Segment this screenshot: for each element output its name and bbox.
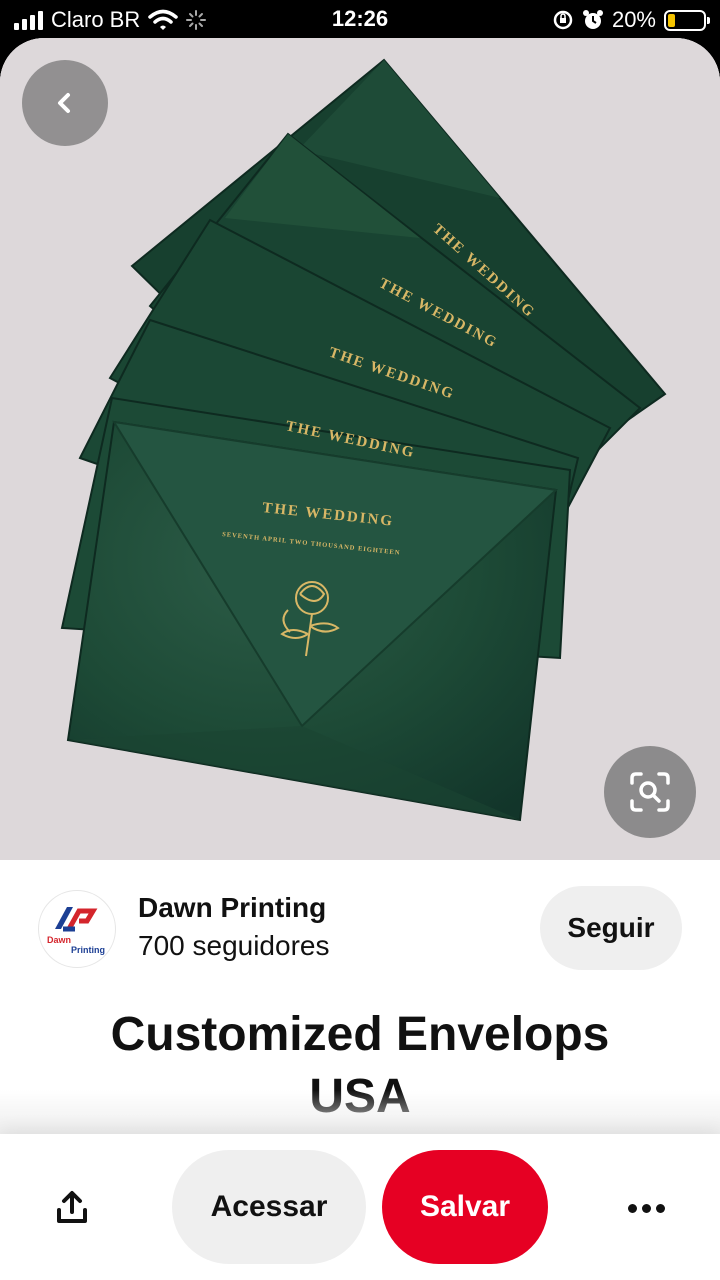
save-button[interactable]: Salvar (382, 1150, 548, 1264)
visual-search-icon (630, 772, 670, 812)
more-dot (641, 1203, 651, 1213)
visit-button[interactable]: Acessar (172, 1150, 366, 1264)
status-right: 20% (552, 6, 710, 34)
pin-closeup-card: THE WEDDING THE WEDDING THE WEDDING THE … (0, 38, 720, 1280)
battery-icon (664, 9, 710, 31)
follow-button[interactable]: Seguir (540, 886, 682, 970)
more-icon[interactable] (618, 1180, 674, 1236)
battery-level (668, 13, 675, 27)
follower-count: 700 seguidores (138, 930, 330, 961)
share-button[interactable] (44, 1180, 100, 1236)
creator-row: Dawn Printing Dawn Printing 700 seguidor… (0, 880, 720, 972)
more-dot (627, 1203, 637, 1213)
status-bar: Claro BR 12:26 20% (0, 0, 720, 40)
share-icon (57, 1191, 87, 1223)
content-fade (0, 1090, 720, 1136)
pin-image[interactable]: THE WEDDING THE WEDDING THE WEDDING THE … (0, 38, 720, 860)
screen-rotation-lock-icon (553, 10, 573, 30)
svg-text:Dawn: Dawn (47, 935, 71, 945)
svg-text:Printing: Printing (71, 945, 105, 955)
battery-percent: 20% (611, 7, 656, 32)
creator-name[interactable]: Dawn Printing (138, 892, 326, 924)
action-bar: Acessar Salvar (0, 1134, 720, 1280)
alarm-icon (582, 10, 603, 29)
chevron-left-icon (58, 93, 70, 113)
envelopes-photo: THE WEDDING THE WEDDING THE WEDDING THE … (0, 38, 720, 860)
visual-search-button[interactable] (604, 746, 696, 838)
creator-avatar[interactable]: Dawn Printing (38, 890, 116, 968)
more-dot (655, 1203, 665, 1213)
back-button[interactable] (22, 60, 108, 146)
dawn-printing-logo: Dawn Printing (47, 907, 105, 955)
